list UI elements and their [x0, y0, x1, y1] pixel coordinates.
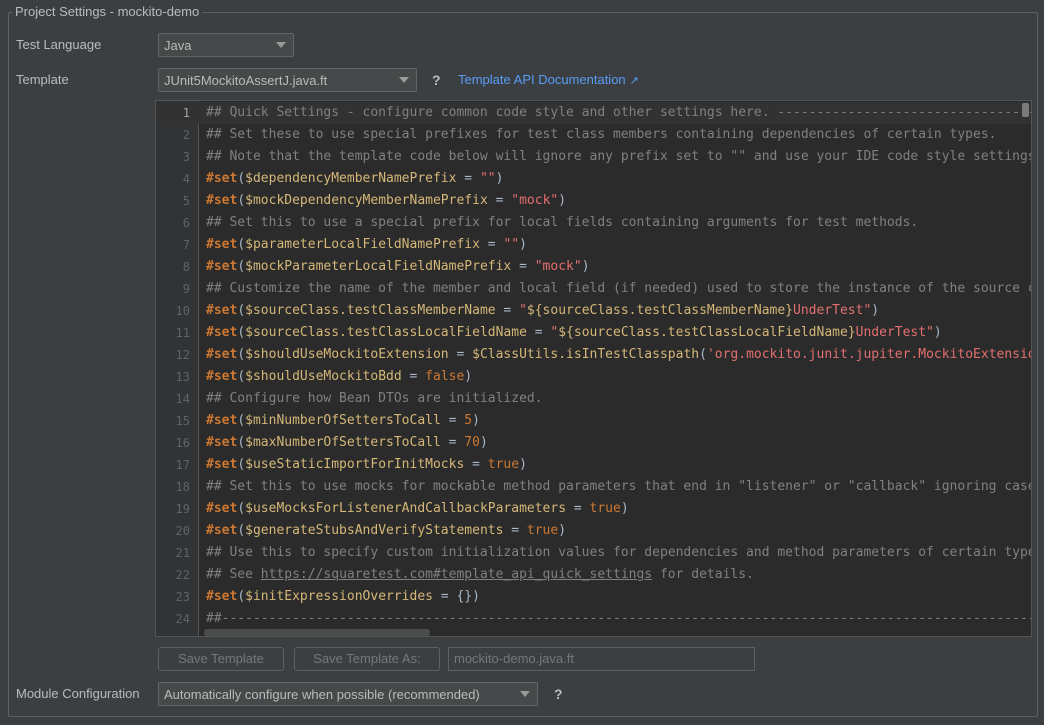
line-number: 12 — [175, 348, 190, 362]
code-text: ## See https://squaretest.com#template_a… — [206, 567, 754, 582]
code-text: #set($parameterLocalFieldNamePrefix = ""… — [206, 237, 527, 252]
code-text: #set($generateStubsAndVerifyStatements =… — [206, 523, 567, 538]
code-line[interactable]: 18 ## Set this to use mocks for mockable … — [156, 476, 1031, 498]
line-number: 7 — [182, 238, 190, 252]
line-number: 17 — [175, 458, 190, 472]
line-number: 24 — [175, 612, 190, 626]
line-number: 10 — [175, 304, 190, 318]
code-line[interactable]: 21 ## Use this to specify custom initiali… — [156, 542, 1031, 564]
code-line[interactable]: 8 #set($mockParameterLocalFieldNamePrefix… — [156, 256, 1031, 278]
line-number: 3 — [182, 150, 190, 164]
line-number: 14 — [175, 392, 190, 406]
code-line[interactable]: 1 ## Quick Settings - configure common co… — [156, 102, 1031, 124]
line-number: 18 — [175, 480, 190, 494]
template-label: Template — [16, 72, 69, 87]
code-line[interactable]: 15 #set($minNumberOfSettersToCall = 5) — [156, 410, 1031, 432]
code-text: ## Set these to use special prefixes for… — [206, 127, 997, 142]
code-text: #set($initExpressionOverrides = {}) — [206, 589, 480, 604]
line-number: 23 — [175, 590, 190, 604]
vertical-scrollbar[interactable] — [1022, 103, 1029, 117]
line-number: 19 — [175, 502, 190, 516]
save-template-as-button[interactable]: Save Template As: — [294, 647, 440, 671]
external-link-icon: ↗ — [629, 75, 639, 87]
code-text: #set($sourceClass.testClassLocalFieldNam… — [206, 325, 942, 340]
line-number: 25 — [156, 630, 190, 636]
line-number: 22 — [175, 568, 190, 582]
module-config-select[interactable]: Automatically configure when possible (r… — [158, 682, 538, 706]
code-line[interactable]: 2 ## Set these to use special prefixes fo… — [156, 124, 1031, 146]
code-line[interactable]: 3 ## Note that the template code below wi… — [156, 146, 1031, 168]
save-template-button[interactable]: Save Template — [158, 647, 284, 671]
line-number: 11 — [175, 326, 190, 340]
code-text: ## Customize the name of the member and … — [206, 281, 1032, 296]
code-line[interactable]: 23 #set($initExpressionOverrides = {}) — [156, 586, 1031, 608]
module-config-value: Automatically configure when possible (r… — [164, 686, 480, 702]
code-text: ## Note that the template code below wil… — [206, 149, 1032, 164]
code-line[interactable]: 24 ##------------------------------------… — [156, 608, 1031, 630]
line-number: 21 — [175, 546, 190, 560]
code-text: #set($shouldUseMockitoExtension = $Class… — [206, 347, 1032, 362]
code-text: #set($sourceClass.testClassMemberName = … — [206, 303, 880, 318]
template-api-doc-link[interactable]: Template API Documentation ↗ — [458, 72, 639, 87]
test-language-value: Java — [164, 37, 192, 53]
code-text: #set($maxNumberOfSettersToCall = 70) — [206, 435, 488, 450]
template-api-doc-label: Template API Documentation — [458, 72, 626, 87]
code-text: #set($useMocksForListenerAndCallbackPara… — [206, 501, 629, 516]
template-help-icon[interactable]: ? — [432, 72, 441, 88]
code-line[interactable]: 12 #set($shouldUseMockitoExtension = $Cla… — [156, 344, 1031, 366]
horizontal-scrollbar[interactable] — [204, 629, 430, 636]
code-lines: 1 ## Quick Settings - configure common co… — [156, 102, 1031, 636]
chevron-down-icon — [520, 691, 530, 697]
code-text: #set($useStaticImportForInitMocks = true… — [206, 457, 527, 472]
line-number: 20 — [175, 524, 190, 538]
code-text: #set($mockParameterLocalFieldNamePrefix … — [206, 259, 590, 274]
line-number: 13 — [175, 370, 190, 384]
code-line[interactable]: 5 #set($mockDependencyMemberNamePrefix = … — [156, 190, 1031, 212]
line-number: 15 — [175, 414, 190, 428]
code-line[interactable]: 6 ## Set this to use a special prefix for… — [156, 212, 1031, 234]
code-line[interactable]: 14 ## Configure how Bean DTOs are initial… — [156, 388, 1031, 410]
line-number: 6 — [182, 216, 190, 230]
chevron-down-icon — [399, 77, 409, 83]
code-text: ## Set this to use mocks for mockable me… — [206, 479, 1032, 494]
group-title: Project Settings - mockito-demo — [12, 4, 203, 19]
chevron-down-icon — [276, 42, 286, 48]
code-line[interactable]: 20 #set($generateStubsAndVerifyStatements… — [156, 520, 1031, 542]
code-text: #set($mockDependencyMemberNamePrefix = "… — [206, 193, 567, 208]
template-filename-field[interactable]: mockito-demo.java.ft — [448, 647, 755, 671]
code-text: ## Set this to use a special prefix for … — [206, 215, 919, 230]
code-text: ## Quick Settings - configure common cod… — [206, 105, 1032, 120]
code-line[interactable]: 9 ## Customize the name of the member and… — [156, 278, 1031, 300]
code-line[interactable]: 10 #set($sourceClass.testClassMemberName … — [156, 300, 1031, 322]
line-number: 8 — [182, 260, 190, 274]
line-number: 2 — [182, 128, 190, 142]
code-text: ## Configure how Bean DTOs are initializ… — [206, 391, 543, 406]
line-number: 4 — [182, 172, 190, 186]
template-code-editor[interactable]: 1 ## Quick Settings - configure common co… — [155, 100, 1032, 637]
code-text: #set($shouldUseMockitoBdd = false) — [206, 369, 473, 384]
template-select[interactable]: JUnit5MockitoAssertJ.java.ft — [158, 68, 417, 92]
code-line[interactable]: 7 #set($parameterLocalFieldNamePrefix = "… — [156, 234, 1031, 256]
code-line[interactable]: 17 #set($useStaticImportForInitMocks = tr… — [156, 454, 1031, 476]
line-number: 5 — [182, 194, 190, 208]
test-language-label: Test Language — [16, 37, 102, 52]
code-line[interactable]: 16 #set($maxNumberOfSettersToCall = 70) — [156, 432, 1031, 454]
code-line[interactable]: 22 ## See https://squaretest.com#template… — [156, 564, 1031, 586]
test-language-select[interactable]: Java — [158, 33, 294, 57]
module-config-label: Module Configuration — [16, 686, 140, 701]
code-line[interactable]: 4 #set($dependencyMemberNamePrefix = "") — [156, 168, 1031, 190]
code-line[interactable]: 13 #set($shouldUseMockitoBdd = false) — [156, 366, 1031, 388]
code-text: ## Use this to specify custom initializa… — [206, 545, 1032, 560]
code-line[interactable]: 19 #set($useMocksForListenerAndCallbackPa… — [156, 498, 1031, 520]
module-config-help-icon[interactable]: ? — [554, 686, 563, 702]
line-number: 16 — [175, 436, 190, 450]
line-number: 9 — [182, 282, 190, 296]
code-line[interactable]: 11 #set($sourceClass.testClassLocalFieldN… — [156, 322, 1031, 344]
code-text: #set($dependencyMemberNamePrefix = "") — [206, 171, 504, 186]
code-text: ##--------------------------------------… — [206, 611, 1032, 626]
template-value: JUnit5MockitoAssertJ.java.ft — [164, 72, 328, 88]
line-number: 1 — [182, 106, 190, 120]
code-text: #set($minNumberOfSettersToCall = 5) — [206, 413, 480, 428]
